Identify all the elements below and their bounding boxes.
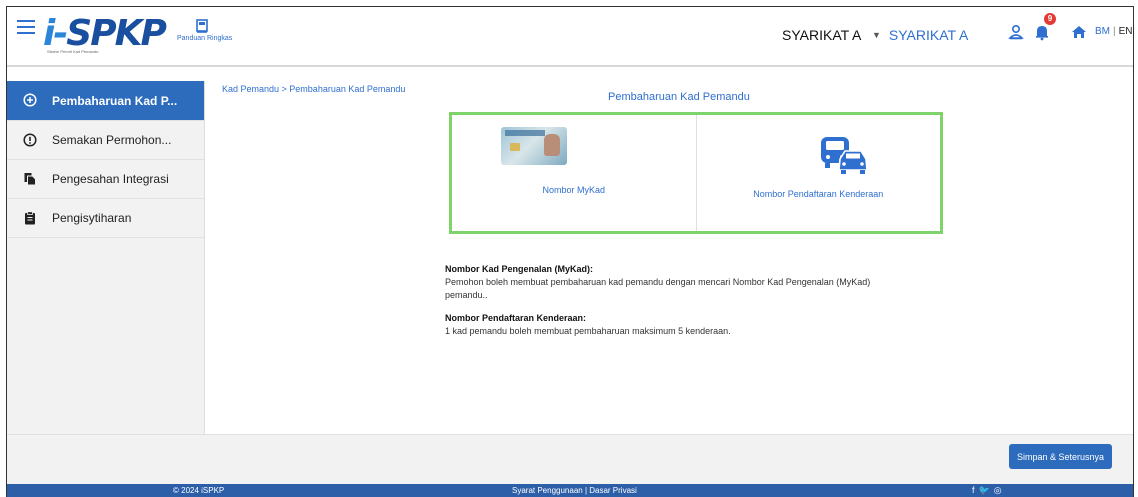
lang-separator: | bbox=[1113, 26, 1116, 37]
logo-spkp: SPKP bbox=[66, 12, 167, 54]
sidebar-item-label: Pengisytiharan bbox=[52, 211, 132, 225]
description-mykad-title: Nombor Kad Pengenalan (MyKad): bbox=[445, 264, 594, 274]
description-vehicle: Nombor Pendaftaran Kenderaan: 1 kad pema… bbox=[445, 312, 925, 338]
footer-links: Syarat Penggunaan | Dasar Privasi bbox=[512, 486, 637, 495]
save-next-button[interactable]: Simpan & Seterusnya bbox=[1008, 444, 1112, 469]
mykad-card-icon bbox=[501, 127, 567, 165]
info-circle-icon bbox=[23, 133, 37, 147]
book-icon bbox=[196, 19, 208, 33]
lang-bm[interactable]: BM bbox=[1095, 26, 1110, 37]
chevron-down-icon: ▼ bbox=[872, 30, 881, 40]
footer: © 2024 iSPKP Syarat Penggunaan | Dasar P… bbox=[7, 484, 1133, 497]
header: i-SPKP Sistem Permit Kad Pemandu Panduan… bbox=[7, 7, 1133, 67]
sidebar-item-pengisytiharan[interactable]: Pengisytiharan bbox=[7, 199, 204, 238]
menu-icon[interactable] bbox=[17, 20, 35, 34]
option-vehicle-label: Nombor Pendaftaran Kenderaan bbox=[753, 189, 884, 199]
documents-icon bbox=[24, 173, 36, 186]
social-links: f 🐦 ◎ bbox=[972, 485, 1002, 496]
option-vehicle-registration[interactable]: Nombor Pendaftaran Kenderaan bbox=[695, 115, 941, 231]
company-name: SYARIKAT A bbox=[782, 27, 862, 43]
bell-icon[interactable] bbox=[1033, 23, 1051, 41]
home-icon[interactable] bbox=[1070, 23, 1088, 41]
clipboard-icon bbox=[25, 211, 35, 225]
quick-guide-label: Panduan Ringkas bbox=[177, 35, 233, 42]
action-bar: Simpan & Seterusnya bbox=[7, 434, 1133, 484]
logo-tagline: Sistem Permit Kad Pemandu bbox=[47, 49, 99, 54]
company-selector[interactable]: ▼ SYARIKAT A bbox=[872, 27, 968, 43]
user-icon[interactable] bbox=[1007, 23, 1025, 41]
vehicles-icon bbox=[820, 137, 868, 174]
sidebar-item-label: Semakan Permohon... bbox=[52, 133, 172, 147]
logo[interactable]: i-SPKP bbox=[43, 12, 167, 54]
lang-en[interactable]: EN bbox=[1119, 26, 1133, 37]
sidebar-item-pembaharuan[interactable]: Pembaharuan Kad P... bbox=[7, 81, 204, 121]
language-switcher: BM | EN bbox=[1095, 26, 1133, 37]
sidebar-item-pengesahan[interactable]: Pengesahan Integrasi bbox=[7, 160, 204, 199]
sidebar-item-semakan[interactable]: Semakan Permohon... bbox=[7, 121, 204, 160]
notification-badge: 9 bbox=[1044, 13, 1056, 25]
page-title: Pembaharuan Kad Pemandu bbox=[608, 91, 750, 103]
option-mykad-label: Nombor MyKad bbox=[542, 185, 606, 195]
facebook-icon[interactable]: f bbox=[972, 485, 975, 496]
quick-guide-button[interactable]: Panduan Ringkas bbox=[177, 19, 237, 49]
sidebar-item-label: Pengesahan Integrasi bbox=[52, 172, 169, 186]
footer-copyright: © 2024 iSPKP bbox=[173, 486, 225, 495]
description-vehicle-text: 1 kad pemandu boleh membuat pembaharuan … bbox=[445, 326, 731, 336]
description-vehicle-title: Nombor Pendaftaran Kenderaan: bbox=[445, 313, 587, 323]
breadcrumb[interactable]: Kad Pemandu > Pembaharuan Kad Pemandu bbox=[222, 84, 405, 94]
logo-i: i- bbox=[43, 12, 68, 54]
twitter-icon[interactable]: 🐦 bbox=[979, 485, 990, 496]
renewal-options: Nombor MyKad Nombor Pendaftaran Kenderaa… bbox=[449, 112, 943, 234]
plus-circle-icon bbox=[23, 93, 37, 107]
description-mykad-text: Pemohon boleh membuat pembaharuan kad pe… bbox=[445, 277, 871, 287]
footer-links-text[interactable]: Syarat Penggunaan | Dasar Privasi bbox=[512, 486, 637, 495]
instagram-icon[interactable]: ◎ bbox=[994, 485, 1002, 496]
main-content: Kad Pemandu > Pembaharuan Kad Pemandu Pe… bbox=[206, 81, 1133, 434]
app-frame: i-SPKP Sistem Permit Kad Pemandu Panduan… bbox=[6, 6, 1134, 497]
sidebar: Pembaharuan Kad P... Semakan Permohon...… bbox=[7, 81, 205, 434]
option-mykad[interactable]: Nombor MyKad bbox=[452, 115, 696, 231]
sidebar-item-label: Pembaharuan Kad P... bbox=[52, 93, 178, 108]
description-mykad-text-cont: pemandu.. bbox=[445, 290, 488, 300]
company-selected: SYARIKAT A bbox=[888, 27, 969, 43]
description-mykad: Nombor Kad Pengenalan (MyKad): Pemohon b… bbox=[445, 263, 925, 302]
